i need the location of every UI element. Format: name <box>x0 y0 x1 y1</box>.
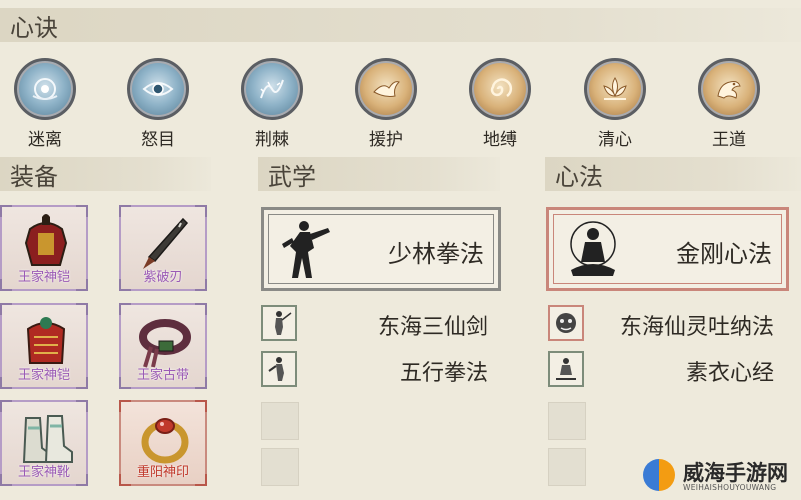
section-title: 武学 <box>268 162 316 191</box>
equip-slot-red-armor[interactable]: 王家神铠 <box>0 303 88 389</box>
equip-name: 紫破刃 <box>143 270 183 285</box>
wuxue-item[interactable]: 东海三仙剑 <box>261 305 488 343</box>
section-title: 装备 <box>10 162 58 191</box>
equip-name: 重阳神印 <box>136 465 189 480</box>
skill-milí[interactable]: 迷离 <box>10 58 80 150</box>
section-title: 心诀 <box>10 13 58 42</box>
section-header-xinjue: 心诀 <box>0 8 801 42</box>
sword-fighter-icon <box>261 305 297 341</box>
armor-icon <box>24 214 68 266</box>
martial-artist-icon <box>282 221 330 278</box>
belt-icon <box>139 319 191 368</box>
skill-label: 迷离 <box>28 130 62 150</box>
equip-slot-armor[interactable]: 王家神铠 <box>0 205 88 291</box>
skill-yuanhu[interactable]: 援护 <box>351 58 421 150</box>
section-header-xinfa: 心法 <box>545 157 801 191</box>
equip-name: 王家神铠 <box>17 368 70 383</box>
skill-numu[interactable]: 怒目 <box>123 58 193 150</box>
equip-slot-boots[interactable]: 王家神靴 <box>0 400 88 486</box>
xinfa-main-title: 金刚心法 <box>676 240 772 268</box>
wuxue-main-card[interactable]: 少林拳法 <box>261 207 501 291</box>
skill-qingxin[interactable]: 清心 <box>580 58 650 150</box>
skill-jingji[interactable]: 荆棘 <box>237 58 307 150</box>
wuxue-item-name: 五行拳法 <box>399 361 488 386</box>
empty-slot[interactable] <box>548 402 586 440</box>
bird-icon <box>355 58 417 120</box>
skill-label: 王道 <box>712 130 746 150</box>
wuxue-item-name: 东海三仙剑 <box>377 315 488 340</box>
watermark-site: WEIHAISHOUYOUWANG <box>683 483 777 492</box>
wuxue-item[interactable]: 五行拳法 <box>261 351 488 389</box>
site-watermark: 威海手游网 WEIHAISHOUYOUWANG <box>641 455 799 497</box>
seated-figure-icon <box>548 351 584 387</box>
empty-slot[interactable] <box>261 402 299 440</box>
empty-slot[interactable] <box>261 448 299 486</box>
eye-icon <box>127 58 189 120</box>
boots-icon <box>22 415 73 463</box>
xinfa-item-name: 东海仙灵吐纳法 <box>619 315 774 340</box>
section-title: 心法 <box>555 162 603 191</box>
xinfa-item-name: 素衣心经 <box>685 361 774 386</box>
skill-label: 援护 <box>369 130 403 150</box>
spirit-mask-icon <box>548 305 584 341</box>
fist-fighter-icon <box>261 351 297 387</box>
meditating-monk-icon <box>570 221 616 276</box>
section-header-zhuangbei: 装备 <box>0 157 211 191</box>
ring-icon <box>141 418 189 464</box>
wuxue-main-title: 少林拳法 <box>388 240 484 268</box>
skill-label: 地缚 <box>483 130 517 150</box>
xinfa-main-card[interactable]: 金刚心法 <box>546 207 789 291</box>
empty-slot[interactable] <box>548 448 586 486</box>
xinfa-item[interactable]: 东海仙灵吐纳法 <box>548 305 774 343</box>
equip-slot-belt[interactable]: 王家古带 <box>119 303 207 389</box>
orb-eye-icon <box>14 58 76 120</box>
skill-label: 荆棘 <box>255 130 289 150</box>
dragon-icon <box>698 58 760 120</box>
skill-label: 怒目 <box>141 130 175 150</box>
lotus-icon <box>584 58 646 120</box>
blade-icon <box>143 217 189 269</box>
swirl-icon <box>469 58 531 120</box>
skill-wangdao[interactable]: 王道 <box>694 58 764 150</box>
equip-name: 王家古带 <box>136 368 189 383</box>
equip-name: 王家神靴 <box>17 465 70 480</box>
skill-difu[interactable]: 地缚 <box>465 58 535 150</box>
equip-name: 王家神铠 <box>17 270 70 285</box>
thorns-icon <box>241 58 303 120</box>
equip-slot-ring[interactable]: 重阳神印 <box>119 400 207 486</box>
red-armor-icon <box>26 317 66 364</box>
xinfa-item[interactable]: 素衣心经 <box>548 351 774 389</box>
equip-slot-blade[interactable]: 紫破刃 <box>119 205 207 291</box>
skill-label: 清心 <box>598 130 632 150</box>
site-logo-icon <box>643 459 675 491</box>
section-header-wuxue: 武学 <box>258 157 500 191</box>
